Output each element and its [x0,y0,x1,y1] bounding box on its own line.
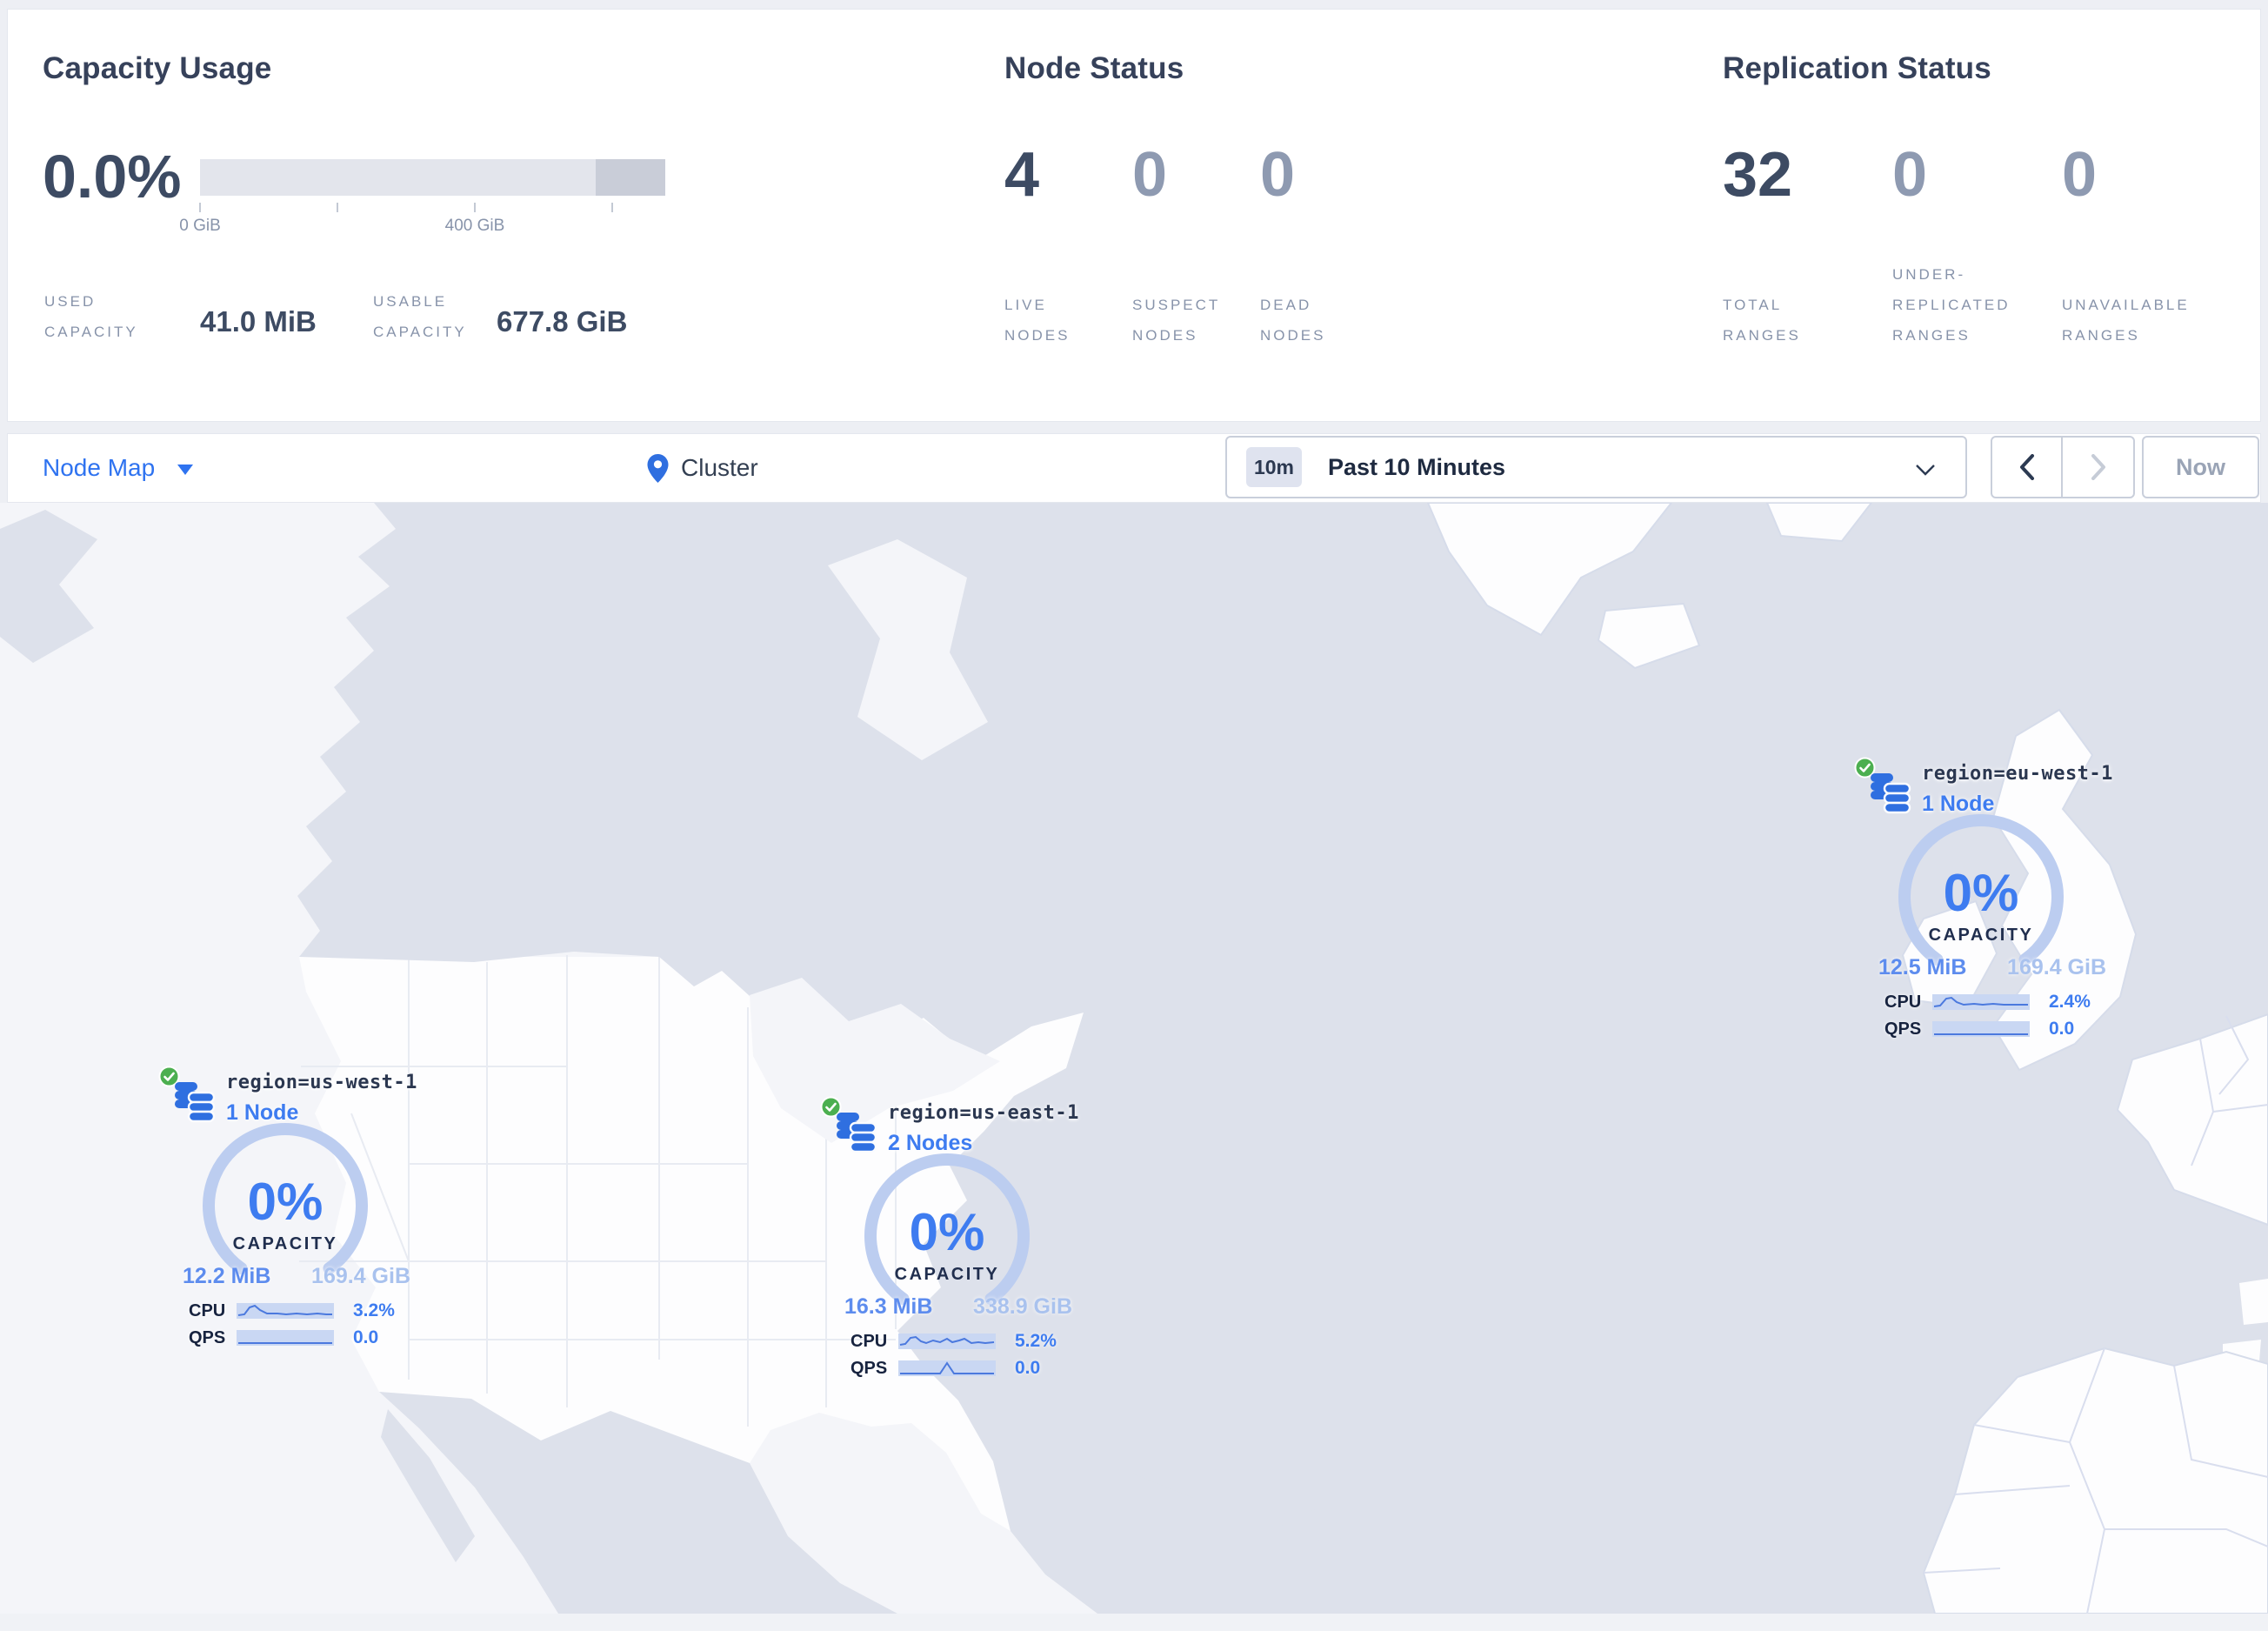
time-range-badge: 10m [1246,447,1302,487]
gauge-percent: 0% [909,1203,985,1261]
view-selector-label: Node Map [43,454,156,481]
chevron-down-icon [177,465,194,475]
region-marker-eu-west-1[interactable]: region=eu-west-1 1 Node 0% CAPACITY 12.5… [1845,757,2117,1046]
gauge-percent: 0% [1943,864,2019,922]
region-marker-us-east-1[interactable]: region=us-east-1 2 Nodes 0% CAPACITY 16.… [811,1096,1083,1386]
qps-value: 0.0 [2049,1019,2075,1039]
database-stack-icon [175,1082,216,1123]
axis-tick [474,203,476,212]
under-replicated-label: UNDER-REPLICATED RANGES [1892,266,2011,344]
usable-capacity-value: 677.8 GiB [497,305,628,338]
node-count-link[interactable]: 1 Node [226,1100,417,1126]
live-nodes-label: LIVE NODES [1004,297,1071,344]
live-nodes-value: 4 [1004,140,1040,210]
cpu-label: CPU [1884,992,1922,1012]
total-capacity-value: 169.4 GiB [2007,955,2106,979]
cpu-sparkline [237,1303,334,1319]
qps-value: 0.0 [1015,1358,1041,1378]
chevron-down-icon [1916,465,1935,476]
cpu-label: CPU [189,1300,226,1320]
time-range-label: Past 10 Minutes [1328,453,1506,480]
breadcrumb[interactable]: Cluster [646,434,758,502]
cluster-summary-panel: Capacity Usage Node Status Replication S… [7,9,2261,422]
dead-nodes-label: DEAD NODES [1260,297,1326,344]
map-footer-strip [0,1614,2268,1631]
axis-tick [199,203,201,212]
unavailable-ranges-value: 0 [2062,140,2098,210]
region-label: region=us-east-1 [888,1102,1079,1124]
capacity-bar [200,159,665,196]
cpu-sparkline [1932,994,2030,1010]
breadcrumb-label: Cluster [681,454,758,481]
cpu-value: 2.4% [2049,992,2091,1012]
database-stack-icon [1871,773,1911,814]
chevron-left-icon [2019,454,2034,480]
tick-label-0: 0 GiB [179,217,221,235]
gauge-label: CAPACITY [232,1234,338,1253]
replication-status-title: Replication Status [1723,51,1991,85]
region-marker-us-west-1[interactable]: region=us-west-1 1 Node 0% CAPACITY 12.2… [150,1066,421,1355]
capacity-percent: 0.0% [43,143,182,211]
used-capacity-value: 16.3 MiB [844,1294,933,1319]
cpu-sparkline [898,1334,996,1349]
axis-tick [337,203,338,212]
region-label: region=us-west-1 [226,1072,417,1093]
unavailable-ranges-label: UNAVAILABLE RANGES [2062,297,2190,344]
qps-label: QPS [850,1358,888,1378]
node-count-link[interactable]: 2 Nodes [888,1131,1079,1156]
under-replicated-value: 0 [1892,140,1928,210]
capacity-bar-other-segment [596,159,665,196]
location-pin-icon [647,453,669,483]
qps-sparkline [1932,1021,2030,1037]
node-count-link[interactable]: 1 Node [1922,792,2113,817]
qps-label: QPS [189,1327,226,1347]
gauge-label: CAPACITY [894,1265,1000,1284]
node-status-title: Node Status [1004,51,1184,85]
qps-label: QPS [1884,1019,1922,1039]
qps-sparkline [898,1360,996,1376]
cpu-value: 5.2% [1015,1331,1057,1351]
used-capacity-label: USED CAPACITY [44,293,138,340]
suspect-nodes-label: SUSPECT NODES [1132,297,1220,344]
world-map [0,503,2268,1614]
axis-tick [611,203,613,212]
qps-sparkline [237,1330,334,1346]
cpu-value: 3.2% [353,1300,395,1320]
dead-nodes-value: 0 [1260,140,1296,210]
cpu-label: CPU [850,1331,888,1351]
total-ranges-value: 32 [1723,140,1793,210]
chevron-right-icon [2091,454,2105,480]
used-capacity-value: 12.5 MiB [1878,955,1967,979]
total-capacity-value: 338.9 GiB [973,1294,1072,1319]
qps-value: 0.0 [353,1327,379,1347]
gauge-label: CAPACITY [1928,926,2034,945]
used-capacity-value: 12.2 MiB [183,1264,271,1288]
next-timespan-button[interactable] [2063,438,2133,497]
suspect-nodes-value: 0 [1132,140,1168,210]
time-range-selector[interactable]: 10m Past 10 Minutes [1225,436,1967,498]
used-capacity-value: 41.0 MiB [200,305,317,338]
now-button[interactable]: Now [2142,436,2259,498]
gauge-percent: 0% [247,1173,324,1231]
node-map[interactable]: region=us-west-1 1 Node 0% CAPACITY 12.2… [0,503,2268,1614]
capacity-usage-title: Capacity Usage [43,51,272,85]
map-toolbar: Node Map Cluster 10m Past 10 Minutes Now [7,433,2261,503]
region-label: region=eu-west-1 [1922,763,2113,785]
total-capacity-value: 169.4 GiB [311,1264,410,1288]
previous-timespan-button[interactable] [1992,438,2063,497]
view-selector-dropdown[interactable]: Node Map [43,434,194,502]
time-window-nav [1991,436,2135,498]
total-ranges-label: TOTAL RANGES [1723,297,1801,344]
usable-capacity-label: USABLE CAPACITY [373,293,467,340]
database-stack-icon [837,1113,877,1153]
tick-label-400: 400 GiB [444,217,505,235]
